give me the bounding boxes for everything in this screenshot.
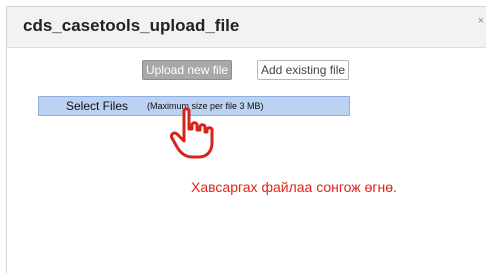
hand-pointer-icon [170, 107, 214, 159]
close-icon[interactable]: × [478, 15, 484, 27]
upload-tabs: Upload new file Add existing file [7, 60, 486, 80]
upload-dialog: cds_casetools_upload_file × Upload new f… [6, 6, 486, 273]
tab-add-existing-file[interactable]: Add existing file [257, 60, 350, 80]
dialog-title: cds_casetools_upload_file [23, 16, 240, 35]
instruction-annotation: Хавсаргах файлаа сонгож өгнө. [191, 179, 397, 195]
tab-upload-new-file[interactable]: Upload new file [142, 60, 233, 80]
dialog-titlebar: cds_casetools_upload_file × [7, 7, 486, 48]
select-files-label: Select Files [66, 99, 129, 113]
